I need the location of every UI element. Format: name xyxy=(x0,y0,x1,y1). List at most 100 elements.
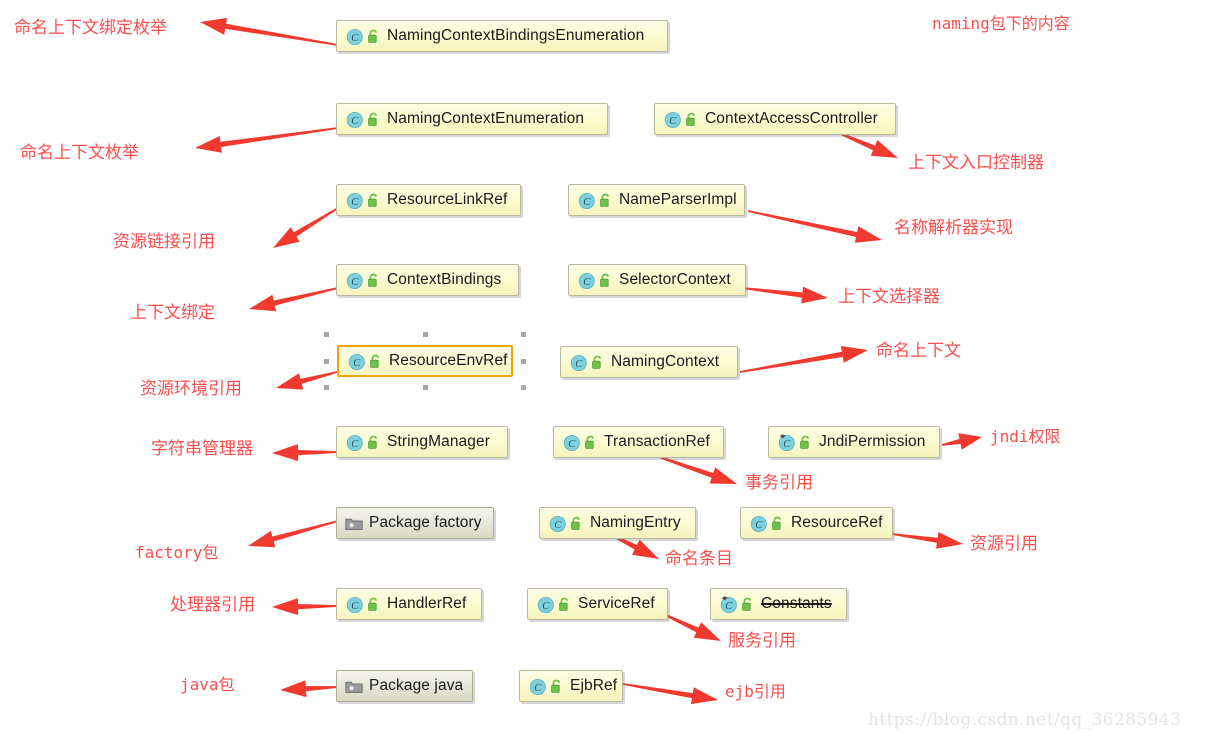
node-handler-ref[interactable]: C HandlerRef xyxy=(336,588,482,620)
class-icon-final: C xyxy=(719,595,738,614)
svg-text:C: C xyxy=(725,601,733,612)
unlock-icon xyxy=(558,597,571,612)
node-package-factory[interactable]: Package factory xyxy=(336,507,494,539)
class-icon: C xyxy=(345,433,364,452)
node-naming-context-bindings-enumeration[interactable]: C NamingContextBindingsEnumeration xyxy=(336,20,668,52)
folder-icon xyxy=(345,516,363,531)
anno-selector-context: 上下文选择器 xyxy=(838,287,940,307)
node-label: NamingEntry xyxy=(590,513,681,531)
anno-string-manager: 字符串管理器 xyxy=(151,439,253,459)
node-label: Package factory xyxy=(369,513,482,531)
resize-handle[interactable] xyxy=(324,385,329,390)
node-service-ref[interactable]: C ServiceRef xyxy=(527,588,668,620)
node-selector-context[interactable]: C SelectorContext xyxy=(568,264,746,296)
anno-ejb-ref: ejb引用 xyxy=(725,682,786,701)
resize-handle[interactable] xyxy=(521,358,526,364)
arrow-ejb-ref xyxy=(622,683,718,705)
anno-naming-context: 命名上下文 xyxy=(876,341,961,361)
node-label: NamingContextEnumeration xyxy=(387,109,585,127)
node-string-manager[interactable]: C StringManager xyxy=(336,426,508,458)
node-jndi-permission[interactable]: C JndiPermission xyxy=(768,426,940,458)
svg-text:C: C xyxy=(575,359,583,370)
node-name-parser-impl[interactable]: C NameParserImpl xyxy=(568,184,745,216)
svg-text:C: C xyxy=(351,116,359,127)
class-icon: C xyxy=(528,677,547,696)
arrow-handler-ref xyxy=(272,598,338,616)
unlock-icon xyxy=(685,112,698,127)
arrow-context-enum xyxy=(195,127,339,153)
svg-text:C: C xyxy=(351,277,359,288)
arrow-context-bindings-enum xyxy=(200,17,339,46)
arrow-name-parser-impl xyxy=(747,210,882,243)
anno-context-enum: 命名上下文枚举 xyxy=(20,143,139,163)
node-transaction-ref[interactable]: C TransactionRef xyxy=(553,426,724,458)
anno-context-bindings-enum: 命名上下文绑定枚举 xyxy=(14,18,167,38)
class-icon: C xyxy=(345,191,364,210)
class-icon: C xyxy=(562,433,581,452)
anno-name-parser-impl: 名称解析器实现 xyxy=(894,218,1013,238)
node-naming-context[interactable]: C NamingContext xyxy=(560,346,738,378)
anno-jndi-permission: jndi权限 xyxy=(990,427,1061,446)
unlock-icon xyxy=(367,273,380,288)
node-context-access-controller[interactable]: C ContextAccessController xyxy=(654,103,896,135)
resize-handle[interactable] xyxy=(422,332,428,337)
anno-resource-link-ref: 资源链接引用 xyxy=(113,232,215,252)
node-label: ContextBindings xyxy=(387,270,502,288)
arrow-context-bindings xyxy=(249,287,339,312)
anno-naming-package: naming包下的内容 xyxy=(932,14,1070,33)
node-ejb-ref[interactable]: C EjbRef xyxy=(519,670,623,702)
unlock-icon xyxy=(771,516,784,531)
node-label: TransactionRef xyxy=(604,432,710,450)
node-resource-env-ref[interactable]: C ResourceEnvRef xyxy=(337,345,513,377)
class-icon: C xyxy=(345,110,364,129)
node-constants[interactable]: C Constants xyxy=(710,588,847,620)
arrow-naming-context xyxy=(739,346,868,373)
class-icon: C xyxy=(548,514,567,533)
node-label: StringManager xyxy=(387,432,490,450)
node-naming-entry[interactable]: C NamingEntry xyxy=(539,507,696,539)
node-context-bindings[interactable]: C ContextBindings xyxy=(336,264,519,296)
resize-handle[interactable] xyxy=(521,332,526,337)
unlock-icon xyxy=(367,597,380,612)
unlock-icon xyxy=(591,355,604,370)
resize-handle[interactable] xyxy=(422,385,428,390)
diagram-canvas: C NamingContextBindingsEnumeration C Naming… xyxy=(0,0,1211,739)
svg-text:C: C xyxy=(353,358,361,369)
unlock-icon xyxy=(367,112,380,127)
unlock-icon xyxy=(599,193,612,208)
node-label: ResourceLinkRef xyxy=(387,190,508,208)
svg-text:C: C xyxy=(583,277,591,288)
node-package-java[interactable]: Package java xyxy=(336,670,473,702)
svg-text:C: C xyxy=(351,33,359,44)
node-label: NamingContextBindingsEnumeration xyxy=(387,26,645,44)
anno-resource-env-ref: 资源环境引用 xyxy=(140,379,242,399)
node-resource-link-ref[interactable]: C ResourceLinkRef xyxy=(336,184,521,216)
arrow-resource-link-ref xyxy=(273,207,339,248)
anno-factory-package: factory包 xyxy=(135,543,219,562)
resize-handle[interactable] xyxy=(324,332,329,337)
arrow-string-manager xyxy=(272,444,338,462)
svg-text:C: C xyxy=(351,197,359,208)
arrow-factory-package xyxy=(248,520,339,548)
anno-context-access: 上下文入口控制器 xyxy=(908,153,1044,173)
node-label: SelectorContext xyxy=(619,270,731,288)
anno-resource-ref: 资源引用 xyxy=(970,534,1038,554)
resize-handle[interactable] xyxy=(324,358,329,364)
node-label: ContextAccessController xyxy=(705,109,878,127)
anno-java-package: java包 xyxy=(180,675,235,694)
class-icon: C xyxy=(749,514,768,533)
unlock-icon xyxy=(741,597,754,612)
arrow-java-package xyxy=(280,680,338,698)
class-icon-final: C xyxy=(777,433,796,452)
node-naming-context-enumeration[interactable]: C NamingContextEnumeration xyxy=(336,103,608,135)
node-label: Constants xyxy=(761,594,832,612)
resize-handle[interactable] xyxy=(521,385,526,390)
folder-icon xyxy=(345,679,363,694)
arrow-jndi-permission xyxy=(941,433,982,450)
svg-text:C: C xyxy=(351,439,359,450)
svg-text:C: C xyxy=(568,439,576,450)
svg-text:C: C xyxy=(534,683,542,694)
svg-text:C: C xyxy=(351,601,359,612)
unlock-icon xyxy=(584,435,597,450)
node-resource-ref[interactable]: C ResourceRef xyxy=(740,507,893,539)
